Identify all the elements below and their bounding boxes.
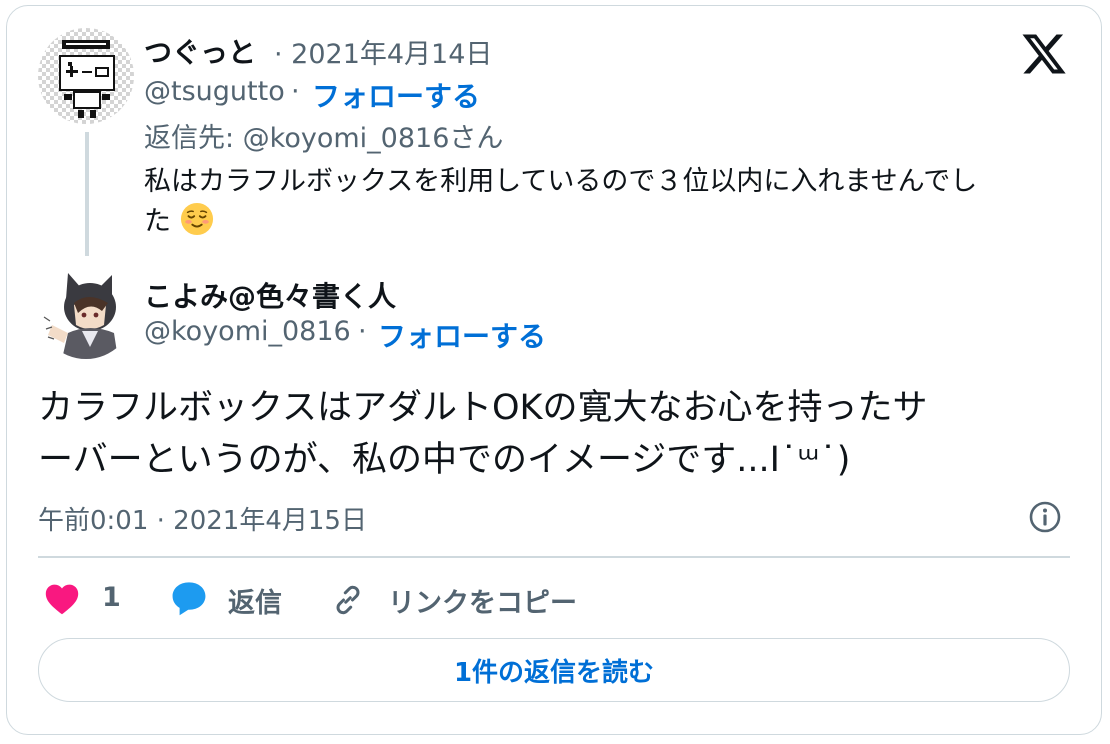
main-text-line1: カラフルボックスはアダルトOKの寛大なお心を持ったサ: [38, 388, 928, 428]
main-author-name[interactable]: こよみ@色々書く人: [144, 275, 396, 315]
follow-button-tsugutto[interactable]: フォローする: [312, 75, 480, 115]
reply-author-handle[interactable]: @tsugutto: [144, 76, 285, 107]
separator-dot: ·: [358, 316, 367, 347]
info-icon[interactable]: [1028, 500, 1062, 534]
copy-link-button-label[interactable]: リンクをコピー: [388, 581, 577, 620]
embedded-tweet-card: [6, 5, 1102, 735]
main-timestamp[interactable]: 午前0:01 · 2021年4月15日: [38, 500, 367, 537]
reply-to-label[interactable]: 返信先: @koyomi_0816さん: [144, 116, 503, 155]
link-icon[interactable]: [330, 582, 366, 618]
separator-dot: ·: [291, 76, 300, 107]
reply-bubble-icon[interactable]: [170, 580, 208, 616]
divider: [38, 556, 1070, 558]
reply-date[interactable]: · 2021年4月14日: [274, 32, 492, 71]
reply-text-line2-wrap: た: [144, 202, 214, 242]
read-replies-button[interactable]: 1件の返信を読む: [38, 638, 1070, 702]
follow-button-koyomi[interactable]: フォローする: [378, 315, 546, 355]
avatar-tsugutto[interactable]: [38, 28, 134, 124]
thread-connector-line: [85, 132, 89, 256]
reply-text-line2: た: [144, 206, 171, 237]
reply-button-label[interactable]: 返信: [228, 581, 282, 620]
like-count[interactable]: 1: [102, 582, 121, 613]
main-author-handle[interactable]: @koyomi_0816: [144, 316, 351, 347]
reply-author-name[interactable]: つぐっと: [144, 31, 256, 71]
relieved-face-emoji-icon: [180, 202, 213, 236]
x-logo-icon[interactable]: [1019, 30, 1069, 78]
read-replies-label: 1件の返信を読む: [453, 657, 655, 688]
avatar-koyomi[interactable]: [38, 263, 134, 359]
heart-icon[interactable]: [44, 582, 80, 616]
reply-text-line1: 私はカラフルボックスを利用しているので３位以内に入れませんでし: [144, 166, 978, 197]
main-text-line2: ーバーというのが、私の中でのイメージです...І˙ᵚ˙): [38, 440, 851, 480]
